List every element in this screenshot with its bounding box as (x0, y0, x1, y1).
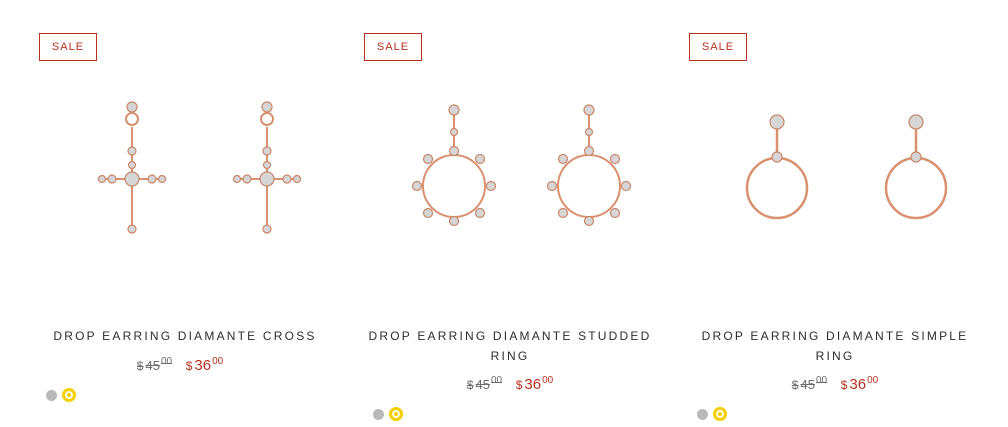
product-title[interactable]: DROP EARRING DIAMANTE STUDDED RING (365, 326, 655, 366)
product-image[interactable] (680, 85, 980, 265)
sale-badge: SALE (364, 33, 422, 61)
product-image[interactable] (30, 85, 330, 265)
old-price: $4500 (791, 375, 828, 392)
swatch-silver[interactable] (46, 389, 57, 401)
old-price: $4500 (136, 356, 173, 373)
price-block: $4500 $3600 (365, 375, 655, 393)
studded-ring-earrings-image (411, 104, 632, 227)
color-swatches (697, 407, 727, 421)
product-title[interactable]: DROP EARRING DIAMANTE CROSS (40, 326, 330, 346)
simple-ring-earrings-image (745, 114, 948, 220)
sale-price: $3600 (840, 375, 879, 393)
sale-badge: SALE (689, 33, 747, 61)
sale-badge: SALE (39, 33, 97, 61)
swatch-gold-selected[interactable] (62, 388, 76, 402)
sale-price: $3600 (185, 356, 224, 374)
swatch-silver[interactable] (697, 408, 708, 420)
product-card[interactable]: SALE DROP EARRING DIAMANTE CROSS $ 4500 … (30, 0, 330, 427)
price-block: $4500 $3600 (40, 356, 320, 374)
product-image[interactable] (355, 85, 655, 265)
color-swatches (373, 407, 403, 421)
color-swatches (46, 388, 76, 402)
sale-price: $3600 (515, 375, 554, 393)
product-title[interactable]: DROP EARRING DIAMANTE SIMPLE RING (690, 326, 980, 366)
cross-earrings-image (97, 101, 302, 234)
old-price: $4500 (466, 375, 503, 392)
swatch-silver[interactable] (373, 408, 384, 420)
price-block: $4500 $3600 (690, 375, 980, 393)
swatch-gold-selected[interactable] (713, 407, 727, 421)
product-card[interactable]: SALE DROP EARRING DIAMANTE STUDDED RING … (355, 0, 655, 427)
product-card[interactable]: SALE DROP EARRING DIAMANTE SIMPLE RING $… (680, 0, 980, 427)
swatch-gold-selected[interactable] (389, 407, 403, 421)
